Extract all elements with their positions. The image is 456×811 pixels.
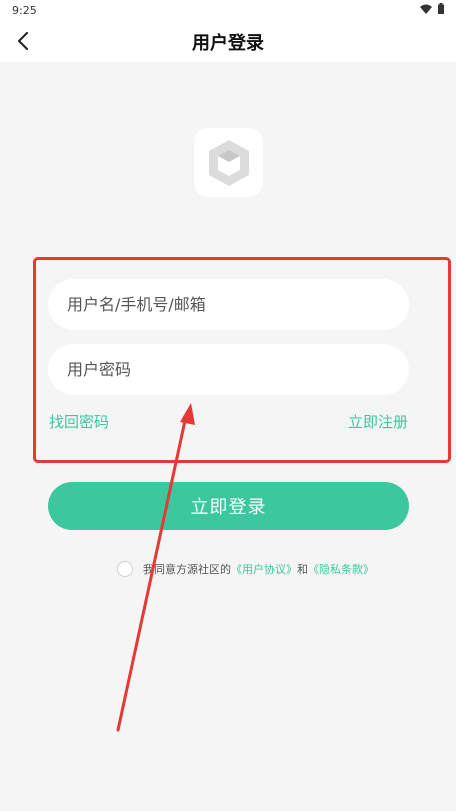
privacy-policy-link[interactable]: 《隐私条款》 bbox=[308, 561, 374, 577]
agreement-row: 我同意方源社区的 《用户协议》 和 《隐私条款》 bbox=[117, 561, 374, 577]
page-title: 用户登录 bbox=[192, 33, 264, 54]
app-logo bbox=[194, 128, 263, 197]
battery-icon bbox=[438, 3, 444, 14]
username-input[interactable] bbox=[48, 279, 409, 330]
agree-checkbox[interactable] bbox=[117, 561, 133, 577]
login-screen: 9:25 用户登录 找回密码 立即注册 立即登录 bbox=[0, 0, 456, 811]
forgot-password-link[interactable]: 找回密码 bbox=[49, 411, 109, 432]
status-bar: 9:25 bbox=[0, 0, 456, 20]
wifi-icon bbox=[420, 4, 432, 14]
app-bar: 用户登录 bbox=[0, 20, 456, 62]
user-agreement-link[interactable]: 《用户协议》 bbox=[231, 561, 297, 577]
login-button[interactable]: 立即登录 bbox=[48, 482, 409, 530]
cube-icon bbox=[208, 139, 249, 186]
status-icons bbox=[420, 3, 444, 14]
agreement-connector: 和 bbox=[297, 563, 308, 576]
status-time: 9:25 bbox=[12, 4, 37, 17]
register-link[interactable]: 立即注册 bbox=[348, 411, 408, 432]
password-input[interactable] bbox=[48, 344, 409, 395]
agreement-prefix: 我同意方源社区的 bbox=[143, 563, 231, 576]
